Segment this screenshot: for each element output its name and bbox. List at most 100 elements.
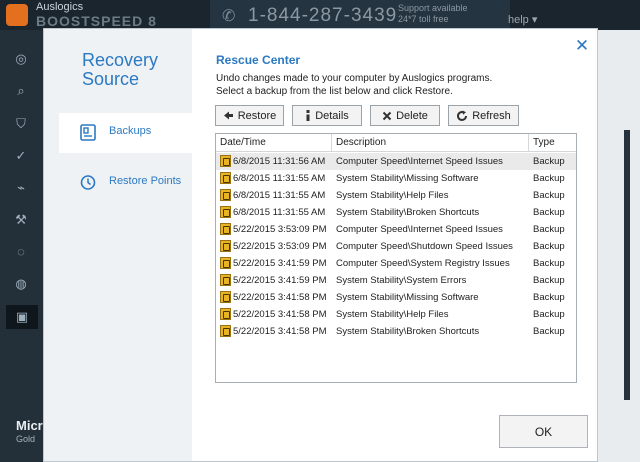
- nav-item-label: Backups: [109, 125, 152, 137]
- cell-type: Backup: [533, 309, 565, 320]
- backup-item-icon: [220, 274, 231, 286]
- support-phone-number: 1-844-287-3439: [248, 5, 398, 26]
- dialog-description: Undo changes made to your computer by Au…: [216, 72, 492, 98]
- app-product-name: BOOSTSPEED 8: [36, 13, 157, 29]
- table-row[interactable]: 6/8/2015 11:31:55 AM System Stability\Mis…: [216, 170, 576, 187]
- delete-button[interactable]: Delete: [370, 105, 440, 126]
- table-row[interactable]: 5/22/2015 3:41:59 PM System Stability\Sys…: [216, 272, 576, 289]
- nav-item-label: Restore Points: [109, 175, 182, 187]
- table-row[interactable]: 5/22/2015 3:41:58 PM System Stability\Bro…: [216, 323, 576, 340]
- delete-icon: [382, 111, 392, 121]
- cell-description: System Stability\Missing Software: [336, 292, 479, 303]
- details-icon: [305, 110, 311, 121]
- table-row[interactable]: 5/22/2015 3:53:09 PM Computer Speed\Shutd…: [216, 238, 576, 255]
- cell-datetime: 6/8/2015 11:31:55 AM: [233, 207, 326, 218]
- app-sidebar: ◎ ⌕ ⛉ ✓ ⌁ ⚒ ◌ ◍ ▣: [0, 30, 43, 462]
- cell-datetime: 5/22/2015 3:41:58 PM: [233, 309, 327, 320]
- cell-datetime: 6/8/2015 11:31:56 AM: [233, 156, 326, 167]
- backup-item-icon: [220, 257, 231, 269]
- cell-description: Computer Speed\System Registry Issues: [336, 258, 510, 269]
- table-row[interactable]: 6/8/2015 11:31:56 AM Computer Speed\Inter…: [216, 153, 576, 170]
- cell-description: Computer Speed\Shutdown Speed Issues: [336, 241, 513, 252]
- cell-datetime: 5/22/2015 3:53:09 PM: [233, 241, 327, 252]
- backup-item-icon: [220, 172, 231, 184]
- backup-item-icon: [220, 240, 231, 252]
- cell-description: System Stability\System Errors: [336, 275, 467, 286]
- app-main-area: [598, 30, 640, 462]
- panel-title-line-1: Recovery: [82, 50, 159, 70]
- table-row[interactable]: 6/8/2015 11:31:55 AM System Stability\Hel…: [216, 187, 576, 204]
- backup-item-icon: [220, 189, 231, 201]
- column-header-type[interactable]: Type: [529, 134, 576, 152]
- refresh-label: Refresh: [472, 109, 511, 122]
- panel-title-line-2: Source: [82, 69, 140, 89]
- backup-item-icon: [220, 155, 231, 167]
- backup-item-icon: [220, 291, 231, 303]
- speed-icon[interactable]: ⌁: [13, 180, 29, 196]
- search-icon[interactable]: ⌕: [13, 83, 29, 99]
- table-row[interactable]: 5/22/2015 3:53:09 PM Computer Speed\Inter…: [216, 221, 576, 238]
- restore-label: Restore: [237, 109, 277, 122]
- backup-item-icon: [220, 206, 231, 218]
- cell-datetime: 5/22/2015 3:41:58 PM: [233, 326, 327, 337]
- cell-type: Backup: [533, 173, 565, 184]
- cell-type: Backup: [533, 241, 565, 252]
- nav-item-restore-points[interactable]: Restore Points: [59, 163, 192, 203]
- ok-button[interactable]: OK: [499, 415, 588, 448]
- cell-datetime: 5/22/2015 3:41:59 PM: [233, 275, 327, 286]
- table-row[interactable]: 5/22/2015 3:41:59 PM Computer Speed\Syste…: [216, 255, 576, 272]
- check-icon[interactable]: ✓: [13, 148, 29, 164]
- app-logo-icon: [6, 4, 28, 26]
- backup-icon: [80, 124, 96, 141]
- cell-description: Computer Speed\Internet Speed Issues: [336, 156, 503, 167]
- cell-description: System Stability\Help Files: [336, 309, 449, 320]
- cell-datetime: 6/8/2015 11:31:55 AM: [233, 173, 326, 184]
- dialog-title: Rescue Center: [216, 53, 301, 67]
- cell-datetime: 5/22/2015 3:53:09 PM: [233, 224, 327, 235]
- support-line-2: 24*7 toll free: [398, 14, 449, 24]
- cell-description: System Stability\Broken Shortcuts: [336, 326, 480, 337]
- recovery-source-panel: Recovery Source Backups Restore Points: [44, 29, 192, 461]
- details-label: Details: [315, 109, 349, 122]
- restore-points-icon: [80, 174, 96, 191]
- cell-datetime: 5/22/2015 3:41:59 PM: [233, 258, 327, 269]
- column-header-datetime[interactable]: Date/Time: [216, 134, 332, 152]
- backup-item-icon: [220, 223, 231, 235]
- close-icon[interactable]: ✕: [574, 37, 590, 54]
- cell-type: Backup: [533, 224, 565, 235]
- restore-icon: [223, 110, 234, 121]
- cell-datetime: 5/22/2015 3:41:58 PM: [233, 292, 327, 303]
- footer-subtitle: Gold: [16, 434, 36, 444]
- app-scrollbar[interactable]: [624, 130, 630, 400]
- cell-type: Backup: [533, 258, 565, 269]
- support-hours-text: Support available 24*7 toll free: [398, 3, 468, 25]
- help-menu[interactable]: help ▾: [508, 13, 537, 26]
- delete-label: Delete: [396, 109, 428, 122]
- cell-description: Computer Speed\Internet Speed Issues: [336, 224, 503, 235]
- backups-table: Date/Time Description Type 6/8/2015 11:3…: [215, 133, 577, 383]
- refresh-button[interactable]: Refresh: [448, 105, 519, 126]
- nav-item-backups[interactable]: Backups: [59, 113, 192, 153]
- globe-icon[interactable]: ◍: [13, 276, 29, 292]
- backup-item-icon: [220, 308, 231, 320]
- dashboard-icon[interactable]: ◎: [13, 51, 29, 67]
- cell-type: Backup: [533, 190, 565, 201]
- rescue-center-dialog: Recovery Source Backups Restore Points ✕…: [43, 28, 598, 462]
- column-header-description[interactable]: Description: [332, 134, 529, 152]
- table-row[interactable]: 5/22/2015 3:41:58 PM System Stability\Mis…: [216, 289, 576, 306]
- panel-title: Recovery Source: [82, 51, 158, 89]
- cell-description: System Stability\Broken Shortcuts: [336, 207, 480, 218]
- rescue-center-icon[interactable]: ▣: [6, 305, 38, 329]
- tools-icon[interactable]: ⚒: [13, 212, 29, 228]
- refresh-icon: [456, 110, 468, 122]
- table-row[interactable]: 6/8/2015 11:31:55 AM System Stability\Bro…: [216, 204, 576, 221]
- cell-description: System Stability\Missing Software: [336, 173, 479, 184]
- table-row[interactable]: 5/22/2015 3:41:58 PM System Stability\Hel…: [216, 306, 576, 323]
- cell-datetime: 6/8/2015 11:31:55 AM: [233, 190, 326, 201]
- phone-icon: ✆: [222, 8, 236, 25]
- cell-type: Backup: [533, 207, 565, 218]
- shield-icon[interactable]: ⛉: [13, 116, 29, 132]
- restore-button[interactable]: Restore: [215, 105, 284, 126]
- details-button[interactable]: Details: [292, 105, 362, 126]
- chat-icon[interactable]: ◌: [13, 244, 29, 260]
